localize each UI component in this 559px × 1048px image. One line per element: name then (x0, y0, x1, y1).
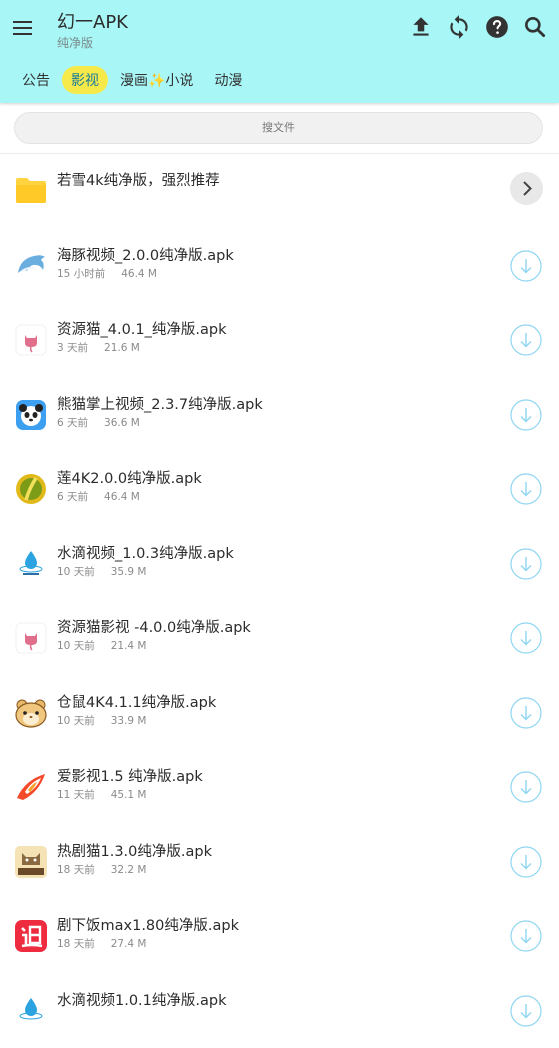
menu-icon[interactable] (9, 14, 37, 42)
file-name: 爱影视1.5 纯净版.apk (57, 765, 203, 786)
download-icon[interactable] (510, 324, 542, 356)
folder-item[interactable]: 若雪4k纯净版，强烈推荐 (0, 154, 559, 229)
file-size: 46.4 M (104, 491, 140, 503)
file-name: 莲4K2.0.0纯净版.apk (57, 467, 202, 488)
file-meta: 6 天前 36.6 M (57, 415, 140, 430)
file-list: 若雪4k纯净版，强烈推荐 海豚视频_2.0.0纯净版.apk 15 小时前 46.… (0, 154, 559, 1048)
download-icon[interactable] (510, 995, 542, 1027)
chevron-right-icon[interactable] (510, 172, 543, 205)
download-icon[interactable] (510, 920, 542, 952)
file-time: 6 天前 (57, 417, 88, 429)
app-bar: 幻一APK 纯净版 公告 影视 漫画✨小说 动漫 (0, 0, 559, 103)
download-icon[interactable] (510, 250, 542, 282)
list-item[interactable]: 资源猫_4.0.1_纯净版.apk 3 天前 21.6 M (0, 303, 559, 378)
hamster-icon (14, 696, 48, 730)
file-name: 海豚视频_2.0.0纯净版.apk (57, 244, 234, 265)
file-meta: 10 天前 33.9 M (57, 713, 146, 728)
list-item[interactable]: 海豚视频_2.0.0纯净版.apk 15 小时前 46.4 M (0, 229, 559, 304)
list-item[interactable]: 爱影视1.5 纯净版.apk 11 天前 45.1 M (0, 750, 559, 825)
file-size: 21.4 M (111, 640, 147, 652)
list-item[interactable]: 水滴视频_1.0.3纯净版.apk 10 天前 35.9 M (0, 527, 559, 602)
file-time: 3 天前 (57, 342, 88, 354)
category-tabs: 公告 影视 漫画✨小说 动漫 (13, 66, 254, 94)
list-item[interactable]: 热剧猫1.3.0纯净版.apk 18 天前 32.2 M (0, 825, 559, 900)
folder-icon (14, 173, 48, 207)
file-name: 资源猫影视 -4.0.0纯净版.apk (57, 616, 251, 637)
list-item[interactable]: 剧下饭max1.80纯净版.apk 18 天前 27.4 M (0, 899, 559, 974)
durian-icon (14, 472, 48, 506)
file-time: 18 天前 (57, 938, 95, 950)
search-input[interactable]: 搜文件 (14, 112, 543, 144)
search-icon[interactable] (522, 14, 548, 40)
file-time: 10 天前 (57, 566, 95, 578)
file-name: 水滴视频_1.0.3纯净版.apk (57, 542, 234, 563)
file-time: 10 天前 (57, 715, 95, 727)
file-meta: 10 天前 21.4 M (57, 638, 146, 653)
help-icon[interactable] (484, 14, 510, 40)
file-size: 27.4 M (111, 938, 147, 950)
water-drop-icon (14, 547, 48, 581)
list-item[interactable]: 仓鼠4K4.1.1纯净版.apk 10 天前 33.9 M (0, 676, 559, 751)
download-icon[interactable] (510, 622, 542, 654)
cat-icon (14, 323, 48, 357)
rocket-icon (14, 770, 48, 804)
cat-icon (14, 621, 48, 655)
file-time: 6 天前 (57, 491, 88, 503)
list-item[interactable]: 莲4K2.0.0纯净版.apk 6 天前 46.4 M (0, 452, 559, 527)
zhui-icon (14, 919, 48, 953)
file-meta: 11 天前 45.1 M (57, 787, 146, 802)
file-size: 45.1 M (111, 789, 147, 801)
download-icon[interactable] (510, 697, 542, 729)
app-subtitle: 纯净版 (57, 34, 93, 51)
download-icon[interactable] (510, 771, 542, 803)
file-meta: 18 天前 32.2 M (57, 862, 146, 877)
file-time: 10 天前 (57, 640, 95, 652)
file-meta: 18 天前 27.4 M (57, 936, 146, 951)
app-title: 幻一APK (57, 8, 128, 34)
tab-anime[interactable]: 动漫 (205, 66, 251, 94)
drama-cat-icon (14, 845, 48, 879)
file-meta: 10 天前 35.9 M (57, 564, 146, 579)
file-size: 36.6 M (104, 417, 140, 429)
dolphin-icon (14, 249, 48, 283)
water-drop-icon (14, 994, 48, 1028)
download-icon[interactable] (510, 846, 542, 878)
file-time: 11 天前 (57, 789, 95, 801)
file-name: 仓鼠4K4.1.1纯净版.apk (57, 691, 216, 712)
file-name: 热剧猫1.3.0纯净版.apk (57, 840, 212, 861)
panda-icon (14, 398, 48, 432)
file-size: 33.9 M (111, 715, 147, 727)
file-meta: 3 天前 21.6 M (57, 340, 140, 355)
upload-icon[interactable] (408, 14, 434, 40)
list-item[interactable]: 熊猫掌上视频_2.3.7纯净版.apk 6 天前 36.6 M (0, 378, 559, 453)
folder-name: 若雪4k纯净版，强烈推荐 (57, 169, 220, 190)
download-icon[interactable] (510, 399, 542, 431)
list-item[interactable]: 水滴视频1.0.1纯净版.apk (0, 974, 559, 1048)
file-name: 资源猫_4.0.1_纯净版.apk (57, 318, 227, 339)
file-name: 熊猫掌上视频_2.3.7纯净版.apk (57, 393, 263, 414)
list-item[interactable]: 资源猫影视 -4.0.0纯净版.apk 10 天前 21.4 M (0, 601, 559, 676)
file-meta: 6 天前 46.4 M (57, 489, 140, 504)
file-meta: 15 小时前 46.4 M (57, 266, 157, 281)
file-size: 21.6 M (104, 342, 140, 354)
file-name: 剧下饭max1.80纯净版.apk (57, 914, 239, 935)
refresh-icon[interactable] (446, 14, 472, 40)
file-name: 水滴视频1.0.1纯净版.apk (57, 989, 227, 1010)
tab-video[interactable]: 影视 (62, 66, 108, 94)
file-size: 32.2 M (111, 864, 147, 876)
tab-comics-novels[interactable]: 漫画✨小说 (111, 66, 202, 94)
download-icon[interactable] (510, 548, 542, 580)
file-size: 46.4 M (121, 268, 157, 280)
tab-announcement[interactable]: 公告 (13, 66, 59, 94)
file-time: 18 天前 (57, 864, 95, 876)
file-size: 35.9 M (111, 566, 147, 578)
download-icon[interactable] (510, 473, 542, 505)
file-time: 15 小时前 (57, 268, 105, 280)
